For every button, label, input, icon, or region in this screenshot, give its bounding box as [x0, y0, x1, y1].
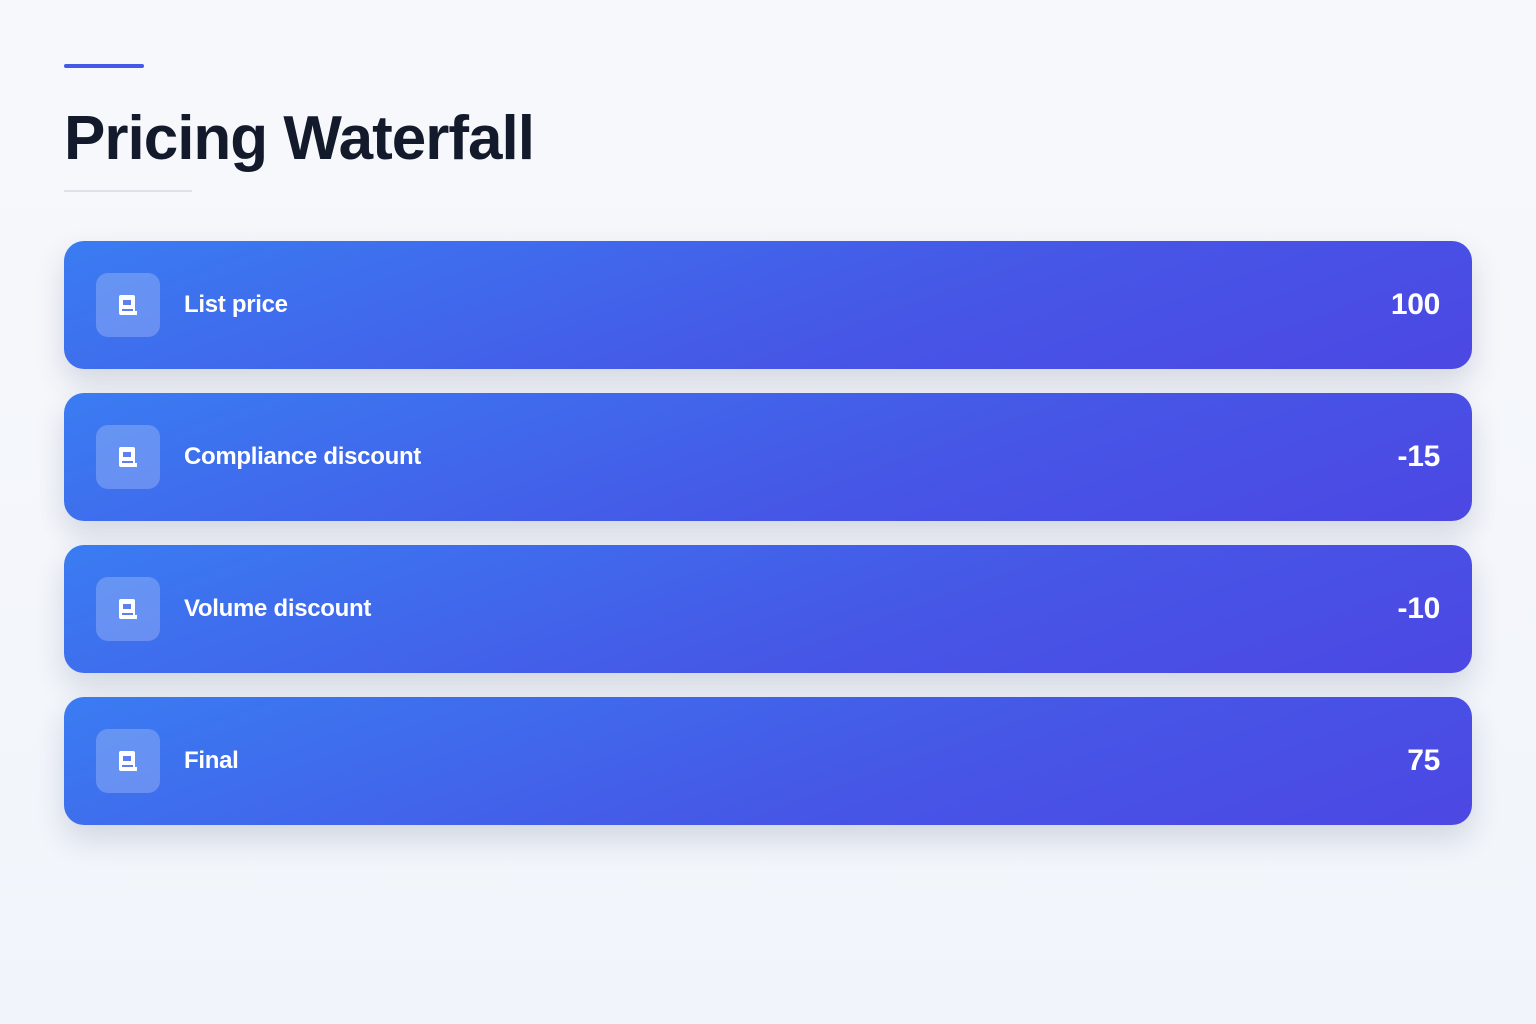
accent-line	[64, 64, 144, 68]
row-value: -15	[1397, 440, 1441, 473]
row-label: Compliance discount	[184, 443, 421, 470]
title-divider	[64, 190, 192, 192]
row-label: List price	[184, 291, 288, 318]
receipt-icon	[96, 577, 160, 641]
receipt-icon	[96, 729, 160, 793]
row-label: Volume discount	[184, 595, 372, 622]
receipt-icon	[96, 425, 160, 489]
row-value: -10	[1397, 592, 1441, 625]
receipt-icon	[96, 273, 160, 337]
waterfall-row-volume-discount: Volume discount -10	[64, 545, 1472, 673]
waterfall-row-list-price: List price 100	[64, 241, 1472, 369]
row-label: Final	[184, 747, 239, 774]
row-value: 75	[1407, 744, 1440, 777]
waterfall-row-final: Final 75	[64, 697, 1472, 825]
waterfall-list: List price 100 Compliance discount -15 V…	[64, 241, 1472, 849]
waterfall-row-compliance-discount: Compliance discount -15	[64, 393, 1472, 521]
row-value: 100	[1390, 288, 1440, 321]
page-title: Pricing Waterfall	[64, 104, 535, 173]
